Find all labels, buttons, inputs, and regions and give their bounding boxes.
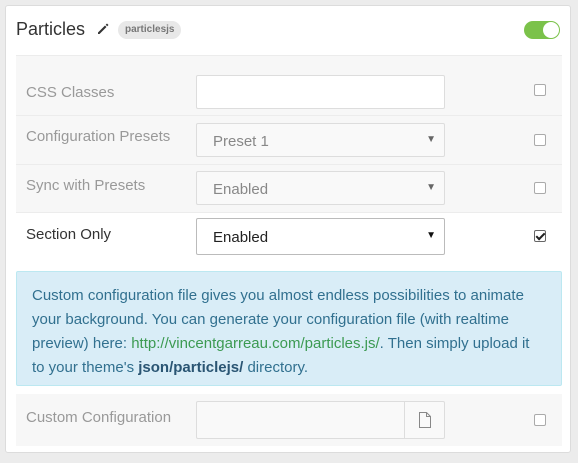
custom-config-label: Custom Configuration [26, 409, 172, 426]
particles-link[interactable]: http://vincentgarreau.com/particles.js/ [131, 335, 379, 352]
config-presets-select[interactable]: Preset 1 ▼ [196, 123, 445, 157]
chevron-down-icon: ▼ [426, 134, 436, 145]
row-custom-config: Custom Configuration [16, 394, 562, 446]
row-config-presets: Configuration Presets Preset 1 ▼ [16, 115, 562, 164]
row-sync-presets: Sync with Presets Enabled ▼ [16, 164, 562, 212]
info-path: json/particlejs/ [138, 359, 244, 376]
chevron-down-icon: ▼ [426, 182, 436, 193]
section-only-label: Section Only [26, 226, 112, 243]
section-only-select[interactable]: Enabled ▼ [196, 218, 445, 255]
file-picker-button[interactable] [404, 402, 444, 438]
config-presets-value: Preset 1 [213, 133, 269, 150]
type-badge: particlesjs [118, 21, 182, 39]
sync-presets-override-checkbox[interactable] [534, 182, 546, 194]
css-classes-override-checkbox[interactable] [534, 84, 546, 96]
chevron-down-icon: ▼ [426, 230, 436, 241]
row-css-classes: CSS Classes [16, 55, 562, 115]
section-only-override-checkbox[interactable] [534, 230, 546, 242]
pencil-icon[interactable] [96, 22, 110, 36]
particles-panel: Particles particlesjs CSS Classes Config… [5, 5, 571, 453]
custom-config-override-checkbox[interactable] [534, 414, 546, 426]
config-presets-label: Configuration Presets [26, 128, 171, 145]
row-section-only: Section Only Enabled ▼ [16, 212, 562, 262]
css-classes-label: CSS Classes [26, 84, 115, 101]
panel-header: Particles particlesjs [6, 6, 570, 56]
sync-presets-select[interactable]: Enabled ▼ [196, 171, 445, 205]
info-alert: Custom configuration file gives you almo… [16, 271, 562, 386]
css-classes-input[interactable] [196, 75, 445, 109]
sync-presets-value: Enabled [213, 181, 269, 198]
toggle-knob [543, 22, 559, 38]
custom-config-input[interactable] [196, 401, 445, 439]
file-icon [419, 412, 431, 428]
config-presets-override-checkbox[interactable] [534, 134, 546, 146]
enable-toggle[interactable] [524, 21, 560, 39]
panel-title: Particles [16, 19, 86, 39]
sync-presets-label: Sync with Presets [26, 177, 146, 194]
section-only-value: Enabled [213, 229, 269, 246]
info-text-3: directory. [243, 359, 309, 376]
